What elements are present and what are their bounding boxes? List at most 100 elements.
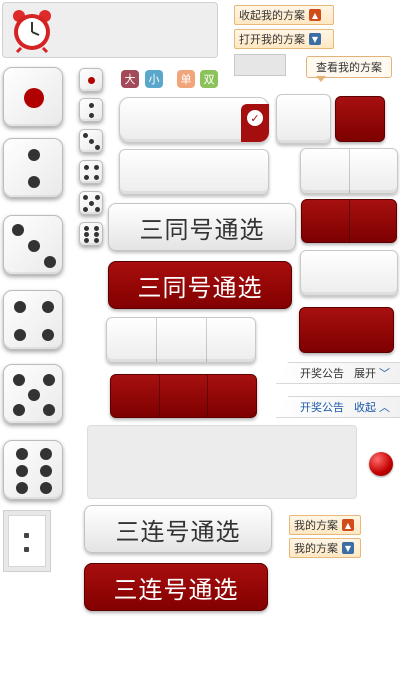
die-face-1[interactable] xyxy=(3,67,63,127)
divider xyxy=(156,318,157,362)
pip xyxy=(94,232,99,237)
pip xyxy=(16,465,28,477)
chevron-down-icon: ▼ xyxy=(309,33,321,45)
die-face-2[interactable] xyxy=(3,138,63,198)
pip xyxy=(24,533,29,538)
collapse-toggle[interactable]: 收起 xyxy=(354,399,376,415)
pip xyxy=(28,176,40,188)
pip xyxy=(24,88,44,108)
selected-check-tab: ✓ xyxy=(241,104,269,142)
triple-consecutive-select-button-active[interactable]: 三连号通选 xyxy=(84,563,268,611)
draw-notice-label-expanded: 开奖公告 xyxy=(300,401,344,414)
die-face-3[interactable] xyxy=(3,215,63,275)
my-plan-up-label: 我的方案 xyxy=(294,519,338,532)
die-face-4[interactable] xyxy=(3,290,63,350)
pip xyxy=(28,389,40,401)
filter-small-label: 小 xyxy=(148,73,160,86)
triple-consecutive-select-button[interactable]: 三连号通选 xyxy=(84,505,272,553)
chevron-up-icon: ▲ xyxy=(342,519,354,531)
alarm-clock-icon xyxy=(9,7,55,54)
die-face-5[interactable] xyxy=(3,364,63,424)
my-plan-up-button[interactable]: 我的方案 ▲ xyxy=(289,515,361,535)
collapse-my-plan-button[interactable]: 收起我的方案 ▲ xyxy=(234,5,334,25)
pip xyxy=(89,201,94,206)
filter-big[interactable]: 大 xyxy=(121,70,139,88)
pip xyxy=(44,256,56,268)
option-tile-medium[interactable] xyxy=(300,250,398,296)
triple-same-select-active-label: 三同号通选 xyxy=(137,273,263,302)
triple-same-select-button[interactable]: 三同号通选 xyxy=(108,203,296,251)
filter-odd[interactable]: 单 xyxy=(177,70,195,88)
tooltip-pointer xyxy=(316,76,326,82)
pip xyxy=(94,165,99,170)
mini-die-6[interactable] xyxy=(79,222,103,246)
triple-option-tile-selected[interactable] xyxy=(110,374,257,418)
triple-consecutive-select-active-label: 三连号通选 xyxy=(113,575,239,604)
mini-die-4[interactable] xyxy=(79,160,103,184)
triple-same-select-label: 三同号通选 xyxy=(139,215,265,244)
pip xyxy=(83,133,88,138)
chevron-up-icon: ︿ xyxy=(379,401,390,414)
pip xyxy=(14,329,26,341)
selected-option-tile[interactable]: ✓ xyxy=(119,97,269,143)
pip xyxy=(94,175,99,180)
draw-notice-expanded[interactable]: 开奖公告 收起 ︿ xyxy=(276,396,400,418)
filter-small[interactable]: 小 xyxy=(145,70,163,88)
plan-blank-box xyxy=(234,54,286,76)
pip xyxy=(83,195,88,200)
pip xyxy=(12,224,24,236)
pip xyxy=(16,448,28,460)
pip xyxy=(95,195,100,200)
draw-notice-label: 开奖公告 xyxy=(300,367,344,380)
pip xyxy=(94,238,99,243)
double-option-tile[interactable] xyxy=(300,148,398,194)
pip xyxy=(13,404,25,416)
option-tile-selected[interactable] xyxy=(335,96,385,142)
open-my-plan-label: 打开我的方案 xyxy=(239,33,305,46)
die-face-6[interactable] xyxy=(3,440,63,500)
die-slot xyxy=(3,510,51,572)
mini-die-5[interactable] xyxy=(79,191,103,215)
option-tile-medium-selected[interactable] xyxy=(299,307,394,353)
expand-toggle[interactable]: 展开 xyxy=(354,365,376,381)
pip xyxy=(16,482,28,494)
pip xyxy=(84,175,89,180)
mini-die-3[interactable] xyxy=(79,129,103,153)
chevron-down-icon: ▼ xyxy=(342,542,354,554)
view-my-plan-button[interactable]: 查看我的方案 xyxy=(306,56,392,78)
draw-notice-collapsed[interactable]: 开奖公告 展开 ﹀ xyxy=(276,362,400,384)
open-my-plan-button[interactable]: 打开我的方案 ▼ xyxy=(234,29,334,49)
option-tile[interactable] xyxy=(276,94,331,144)
view-my-plan-label: 查看我的方案 xyxy=(316,61,382,74)
option-tile-wide[interactable] xyxy=(119,149,269,195)
pip xyxy=(89,103,94,108)
pip xyxy=(84,238,89,243)
mini-die-2[interactable] xyxy=(79,98,103,122)
collapse-my-plan-label: 收起我的方案 xyxy=(239,9,305,22)
pip xyxy=(40,482,52,494)
pip xyxy=(28,149,40,161)
divider xyxy=(159,375,160,417)
pip xyxy=(95,145,100,150)
mini-die-1[interactable] xyxy=(79,68,103,92)
pip xyxy=(42,329,54,341)
filter-big-label: 大 xyxy=(124,73,136,86)
die-slot-inner xyxy=(8,515,46,567)
divider xyxy=(349,149,350,193)
pip xyxy=(83,207,88,212)
red-ball-icon xyxy=(369,452,393,476)
filter-odd-label: 单 xyxy=(180,73,192,86)
pip xyxy=(84,226,89,231)
double-option-tile-selected[interactable] xyxy=(301,199,397,243)
pip xyxy=(40,448,52,460)
triple-consecutive-select-label: 三连号通选 xyxy=(115,517,241,546)
pip xyxy=(84,165,89,170)
pip xyxy=(95,207,100,212)
filter-even[interactable]: 双 xyxy=(200,70,218,88)
my-plan-down-button[interactable]: 我的方案 ▼ xyxy=(289,538,361,558)
pip xyxy=(42,301,54,313)
pip xyxy=(40,465,52,477)
triple-same-select-button-active[interactable]: 三同号通选 xyxy=(108,261,292,309)
triple-option-tile[interactable] xyxy=(106,317,256,363)
filter-even-label: 双 xyxy=(203,73,215,86)
